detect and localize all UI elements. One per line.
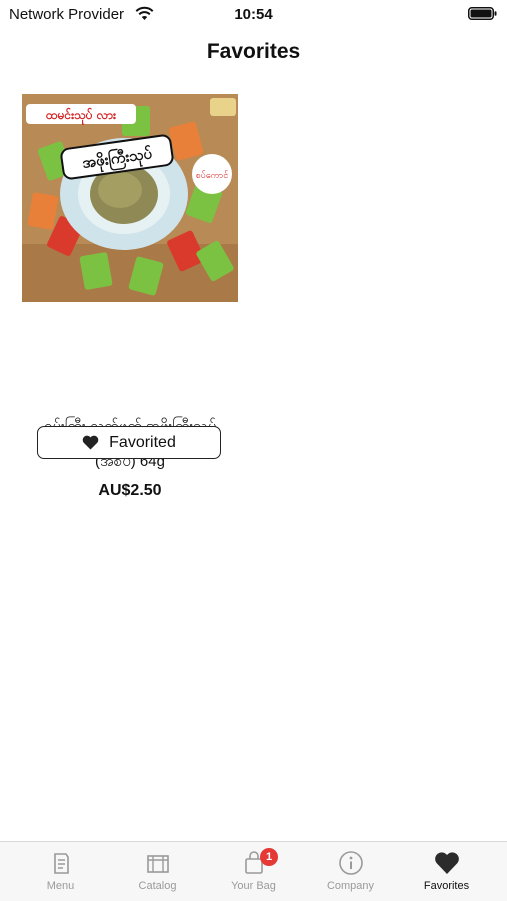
tab-company[interactable]: Company (300, 842, 401, 901)
menu-book-icon (54, 853, 69, 874)
tab-label-menu: Menu (46, 880, 75, 892)
product-image[interactable]: ထမင်းသုပ် လား အဖိုးကြီးသုပ် စပ်ကောင် (22, 94, 238, 302)
catalog-icon (147, 855, 169, 873)
tab-your-bag[interactable]: 1 Your Bag (203, 842, 304, 901)
favorited-label: Favorited (109, 433, 176, 451)
clock: 10:54 (234, 6, 273, 23)
heart-icon (82, 435, 99, 450)
tab-label-your-bag: Your Bag (231, 880, 276, 892)
tab-favorites[interactable]: Favorites (396, 842, 497, 901)
tab-bar: Menu Catalog 1 Your Bag Company Favorite… (0, 841, 507, 901)
page-title: Favorites (206, 40, 301, 63)
tab-menu[interactable]: Menu (10, 842, 111, 901)
bag-count-badge: 1 (260, 848, 278, 866)
info-icon (339, 851, 363, 875)
tab-label-catalog: Catalog (138, 880, 177, 892)
product-price: AU$2.50 (98, 482, 162, 499)
image-tag-text: စပ်ကောင် (196, 170, 229, 181)
favorited-button[interactable]: Favorited (37, 426, 221, 459)
status-bar: Network Provider 10:54 (0, 0, 507, 28)
battery-icon (468, 7, 497, 20)
tab-label-favorites: Favorites (423, 880, 470, 892)
tab-label-company: Company (326, 880, 375, 892)
tab-catalog[interactable]: Catalog (107, 842, 208, 901)
heart-icon (435, 852, 459, 874)
